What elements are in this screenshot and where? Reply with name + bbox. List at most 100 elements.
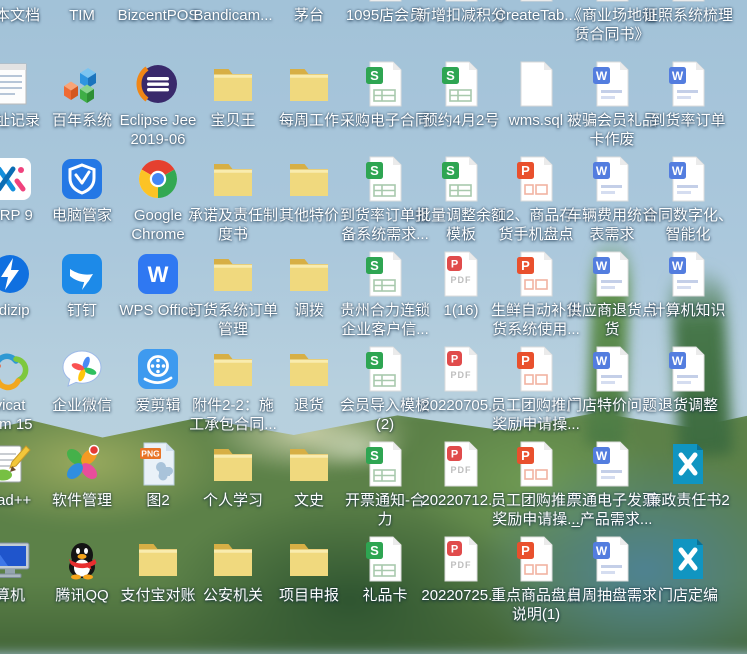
- desktop-icon[interactable]: W被骗会员礼品 卡作废: [574, 60, 650, 152]
- xmind-file-icon: [664, 440, 712, 488]
- folder-icon: [285, 345, 333, 393]
- wps-word-file-icon: W: [664, 60, 712, 108]
- desktop[interactable]: 文本文档TIMBizcentPOSBandicam...茅台S1095店会员S新…: [0, 0, 747, 629]
- folder-icon: [209, 440, 257, 488]
- desktop-icon[interactable]: W计算机知识: [650, 250, 726, 342]
- desktop-icon[interactable]: S开票通知-合 力: [347, 440, 423, 532]
- folder-icon: [285, 0, 333, 3]
- desktop-icon-label: 证照系统梳理: [639, 6, 737, 25]
- desktop-icon[interactable]: S贵州合力连锁 企业客户信...: [347, 250, 423, 342]
- desktop-icon[interactable]: S礼品卡: [347, 535, 423, 627]
- folder-icon: [285, 155, 333, 203]
- wps-ppt-file-icon: P: [512, 345, 560, 393]
- pdf-file-icon: PPDF: [437, 345, 485, 393]
- svg-text:S: S: [446, 68, 455, 83]
- svg-text:S: S: [370, 258, 379, 273]
- desktop-icon[interactable]: W票通电子发票 _产品需求...: [574, 440, 650, 532]
- svg-text:PDF: PDF: [451, 465, 472, 475]
- folder-icon: [285, 535, 333, 583]
- svg-text:W: W: [596, 449, 608, 463]
- desktop-icon[interactable]: 软件管理: [44, 440, 120, 532]
- wps-word-file-icon: W: [588, 250, 636, 298]
- pdf-file-icon: P PDF: [437, 440, 485, 488]
- desktop-icon[interactable]: 企业微信: [44, 345, 120, 437]
- plain-doc-file-icon: [588, 0, 636, 3]
- chrome-app-icon: [134, 155, 182, 203]
- desktop-icon[interactable]: 宝贝王: [195, 60, 271, 152]
- cubes-app-icon: [134, 0, 182, 3]
- desktop-icon[interactable]: W退货调整: [650, 345, 726, 437]
- desktop-icon[interactable]: 附件2-2：施 工承包合同...: [195, 345, 271, 437]
- wps-word-file-icon: W: [588, 345, 636, 393]
- svg-text:P: P: [521, 258, 530, 273]
- svg-text:W: W: [596, 69, 608, 83]
- desktop-icon[interactable]: P重点商品盘点 说明(1): [498, 535, 574, 627]
- desktop-icon[interactable]: vicat ium 15: [0, 345, 48, 437]
- dingtalk-app-icon: [58, 250, 106, 298]
- wps-ppt-file-icon: P: [512, 535, 560, 583]
- svg-text:P: P: [451, 449, 458, 461]
- wps-word-file-icon: W: [588, 60, 636, 108]
- pdf-file-icon: PPDF: [437, 535, 485, 583]
- wps-sheet-file-icon: S: [361, 155, 409, 203]
- desktop-icon[interactable]: 支付宝对账: [120, 535, 196, 627]
- wps-word-file-icon: W: [664, 345, 712, 393]
- desktop-icon[interactable]: 每周工作: [271, 60, 347, 152]
- desktop-icon[interactable]: 门店定编: [650, 535, 726, 627]
- svg-text:W: W: [596, 164, 608, 178]
- desktop-icon[interactable]: W供应商退货点 货: [574, 250, 650, 342]
- desktop-icon[interactable]: S会员导入模板 (2): [347, 345, 423, 437]
- svg-text:S: S: [370, 163, 379, 178]
- notepad-file-icon: [0, 60, 34, 108]
- desktop-icon-grid: 文本文档TIMBizcentPOSBandicam...茅台S1095店会员S新…: [0, 0, 747, 629]
- desktop-icon[interactable]: 订货系统订单 管理: [195, 250, 271, 342]
- svg-text:P: P: [521, 163, 530, 178]
- wps-sheet-file-icon: S: [361, 345, 409, 393]
- desktop-icon[interactable]: W门店特价问题: [574, 345, 650, 437]
- desktop-icon[interactable]: e RP 9: [0, 155, 48, 247]
- folder-icon: [209, 250, 257, 298]
- desktop-icon[interactable]: 腾讯QQ: [44, 535, 120, 627]
- desktop-icon[interactable]: S预约4月2号: [423, 60, 499, 152]
- videoclip-app-icon: [134, 345, 182, 393]
- folder-icon: [285, 440, 333, 488]
- svg-text:S: S: [370, 543, 379, 558]
- svg-text:W: W: [672, 259, 684, 273]
- desktop-icon[interactable]: 廉政责任书2: [650, 440, 726, 532]
- png-image-file-icon: PNG: [134, 440, 182, 488]
- pdf-file-icon: PPDF: [437, 250, 485, 298]
- svg-text:W: W: [148, 262, 169, 287]
- svg-text:W: W: [672, 164, 684, 178]
- folder-icon: [209, 60, 257, 108]
- desktop-icon[interactable]: W合同数字化、 智能化: [650, 155, 726, 247]
- wps-word-file-icon: W: [588, 535, 636, 583]
- desktop-icon[interactable]: 证照系统梳理: [650, 0, 726, 47]
- desktop-icon[interactable]: 钉钉: [44, 250, 120, 342]
- desktop-icon[interactable]: Eclipse Jee 2019-06: [120, 60, 196, 152]
- wps-ppt-file-icon: P: [512, 155, 560, 203]
- desktop-icon[interactable]: ndizip: [0, 250, 48, 342]
- plain-doc-file-icon: [664, 0, 712, 3]
- wps-word-file-icon: W: [664, 155, 712, 203]
- desktop-icon[interactable]: 个人学习: [195, 440, 271, 532]
- folder-icon: [209, 535, 257, 583]
- svg-text:W: W: [596, 544, 608, 558]
- desktop-icon[interactable]: S采购电子合同: [347, 60, 423, 152]
- desktop-icon[interactable]: pad++: [0, 440, 48, 532]
- folder-icon: [209, 345, 257, 393]
- desktop-icon[interactable]: 网址记录: [0, 60, 48, 152]
- desktop-icon[interactable]: 承诺及责任制 度书: [195, 155, 271, 247]
- svg-text:W: W: [596, 259, 608, 273]
- desktop-icon[interactable]: PNG图2: [120, 440, 196, 532]
- svg-text:PDF: PDF: [451, 275, 472, 285]
- desktop-icon[interactable]: W到货率订单: [650, 60, 726, 152]
- desktop-icon[interactable]: 项目申报: [271, 535, 347, 627]
- wps-sheet-file-icon: S: [361, 250, 409, 298]
- eclipse-app-icon: [134, 60, 182, 108]
- svg-text:W: W: [672, 354, 684, 368]
- desktop-icon[interactable]: W日周抽盘需求: [574, 535, 650, 627]
- desktop-icon[interactable]: 算机: [0, 535, 48, 627]
- desktop-icon[interactable]: P员工团购推广 奖励申请操...: [498, 345, 574, 437]
- desktop-icon[interactable]: 公安机关: [195, 535, 271, 627]
- wps-sheet-file-icon: S: [437, 155, 485, 203]
